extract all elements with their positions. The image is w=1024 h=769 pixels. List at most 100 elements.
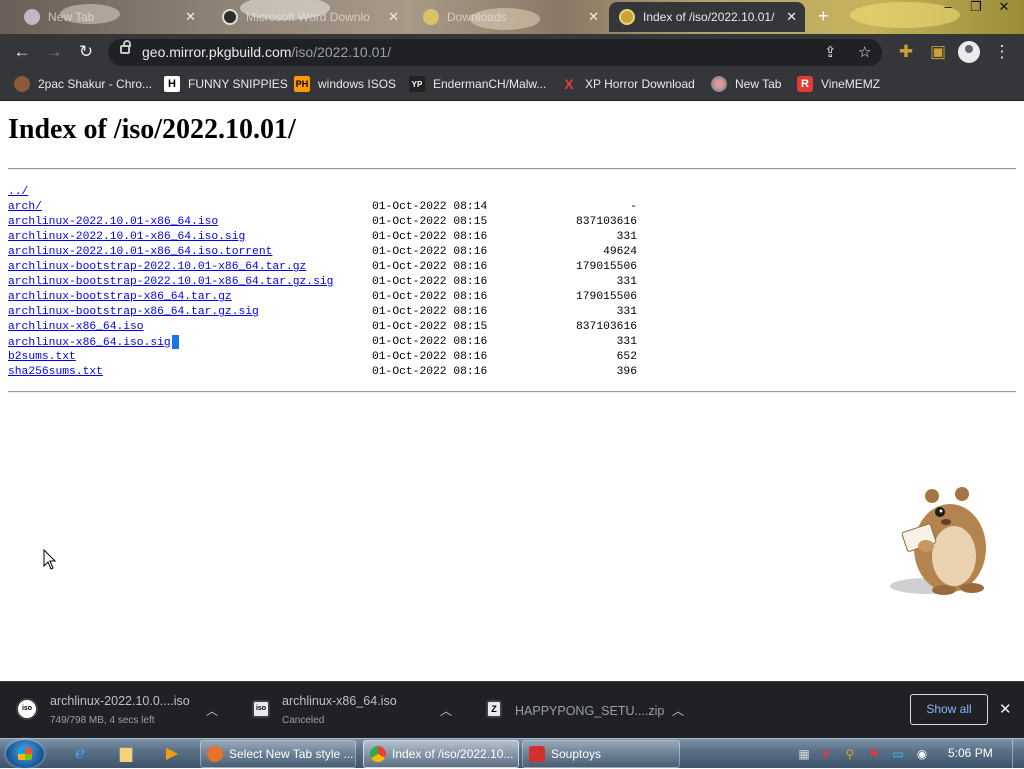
forward-icon[interactable]: → — [42, 40, 66, 64]
mouse-cursor-icon — [43, 549, 57, 570]
file-link[interactable]: archlinux-bootstrap-x86_64.tar.gz.sig — [8, 306, 259, 318]
taskbar-item-souptoys[interactable]: Souptoys — [522, 740, 680, 768]
file-size: 179015506 — [575, 261, 637, 273]
file-size: 837103616 — [575, 321, 637, 333]
download-item-archlinux-2022[interactable]: iso archlinux-2022.10.0....iso 749/798 M… — [16, 682, 228, 739]
hamster-mascot-image[interactable] — [888, 486, 998, 598]
download-item-happypong[interactable]: Z HAPPYPONG_SETU....zip ︿ — [486, 682, 702, 739]
file-link[interactable]: arch/ — [8, 201, 42, 213]
bookmark-xp-horror[interactable]: X XP Horror Download — [561, 76, 695, 92]
r-favicon-icon: R — [797, 76, 813, 92]
new-tab-button[interactable]: + — [818, 6, 829, 27]
minimize-icon[interactable]: – — [934, 0, 962, 16]
download-item-archlinux-x86[interactable]: iso archlinux-x86_64.iso Canceled ︿ — [252, 682, 462, 739]
bookmark-label: XP Horror Download — [585, 77, 695, 91]
listing-row: sha256sums.txt 01-Oct-2022 08:16 396 — [8, 365, 637, 380]
text-selection-caret — [171, 335, 179, 349]
bookmark-label: FUNNY SNIPPIES — [188, 77, 288, 91]
close-window-icon[interactable]: ✕ — [990, 0, 1018, 16]
tab-new-tab[interactable]: New Tab ✕ — [14, 2, 204, 32]
taskbar-item-select-new-tab[interactable]: Select New Tab style ... — [200, 740, 356, 768]
show-all-button[interactable]: Show all — [910, 694, 988, 725]
file-link[interactable]: archlinux-x86_64.iso.sig — [8, 337, 171, 349]
media-player-icon[interactable]: ▶ — [152, 742, 192, 766]
bookmark-windows-isos[interactable]: PH windows ISOS — [294, 76, 396, 92]
file-size: - — [630, 201, 637, 213]
close-tab-icon[interactable]: ✕ — [588, 9, 599, 25]
tab-index-of-iso[interactable]: Index of /iso/2022.10.01/ ✕ — [609, 2, 805, 32]
bookmark-2pac[interactable]: 2pac Shakur - Chro... — [14, 76, 152, 92]
listing-row: archlinux-bootstrap-x86_64.tar.gz 01-Oct-… — [8, 290, 637, 305]
iso-file-icon: iso — [252, 700, 270, 718]
close-tab-icon[interactable]: ✕ — [388, 9, 399, 25]
task-label: Souptoys — [551, 747, 602, 761]
clock[interactable]: 5:06 PM — [948, 746, 993, 760]
file-link[interactable]: archlinux-2022.10.01-x86_64.iso — [8, 216, 218, 228]
listing-row: archlinux-bootstrap-2022.10.01-x86_64.ta… — [8, 275, 637, 290]
tab-microsoft-word[interactable]: Microsoft Word Downlo ✕ — [212, 2, 407, 32]
tray-volume-icon[interactable]: ◉ — [914, 746, 930, 762]
file-size: 331 — [616, 336, 637, 348]
url-host: geo.mirror.pkgbuild.com — [142, 44, 292, 60]
extensions-icon[interactable]: ✚ — [894, 40, 918, 64]
menu-kebab-icon[interactable]: ⋮ — [990, 40, 1014, 64]
share-icon[interactable]: ⇪ — [824, 43, 837, 61]
file-link[interactable]: archlinux-bootstrap-2022.10.01-x86_64.ta… — [8, 261, 306, 273]
show-desktop-button[interactable] — [1012, 739, 1024, 769]
bookmark-label: VineMEMZ — [821, 77, 881, 91]
file-link[interactable]: archlinux-2022.10.01-x86_64.iso.torrent — [8, 246, 272, 258]
file-link[interactable]: archlinux-x86_64.iso — [8, 321, 144, 333]
start-button[interactable] — [6, 740, 44, 768]
file-date: 01-Oct-2022 08:16 — [372, 306, 488, 318]
chevron-up-icon[interactable]: ︿ — [440, 702, 452, 719]
tray-v-icon[interactable]: V — [818, 746, 834, 762]
close-tab-icon[interactable]: ✕ — [185, 9, 196, 25]
tray-network-icon[interactable]: ▦ — [796, 746, 812, 762]
bookmark-funny-snippies[interactable]: H FUNNY SNIPPIES — [164, 76, 288, 92]
file-link[interactable]: archlinux-bootstrap-2022.10.01-x86_64.ta… — [8, 276, 333, 288]
bookmark-star-icon[interactable]: ☆ — [858, 43, 871, 61]
zip-file-icon: Z — [486, 700, 502, 718]
file-link[interactable]: sha256sums.txt — [8, 366, 103, 378]
task-label: Index of /iso/2022.10... — [392, 747, 514, 761]
lock-icon[interactable] — [120, 40, 131, 54]
file-link[interactable]: archlinux-2022.10.01-x86_64.iso.sig — [8, 231, 245, 243]
chevron-up-icon[interactable]: ︿ — [672, 702, 684, 719]
directory-listing: ../ arch/01-Oct-2022 08:14 - archlinux-2022… — [8, 185, 637, 380]
file-date: 01-Oct-2022 08:14 — [372, 201, 488, 213]
bookmark-label: New Tab — [735, 77, 782, 91]
address-bar[interactable]: geo.mirror.pkgbuild.com/iso/2022.10.01/ … — [108, 39, 882, 66]
reload-icon[interactable]: ↻ — [74, 40, 98, 64]
tab-strip: New Tab ✕ Microsoft Word Downlo ✕ Downlo… — [0, 0, 1024, 34]
url-text[interactable]: geo.mirror.pkgbuild.com/iso/2022.10.01/ — [142, 44, 391, 60]
windows-taskbar: ℯ ▆ ▶ Select New Tab style ... Index of … — [0, 738, 1024, 769]
file-link[interactable]: b2sums.txt — [8, 351, 76, 363]
tray-flag-icon[interactable]: ⚑ — [866, 746, 882, 762]
bookmark-vinememz[interactable]: R VineMEMZ — [797, 76, 880, 92]
side-panel-icon[interactable]: ▣ — [926, 40, 950, 64]
file-explorer-icon[interactable]: ▆ — [106, 742, 146, 766]
file-size: 331 — [616, 276, 637, 288]
file-size: 652 — [616, 351, 637, 363]
internet-explorer-icon[interactable]: ℯ — [60, 742, 100, 766]
chevron-up-icon[interactable]: ︿ — [206, 702, 218, 719]
file-link[interactable]: ../ — [8, 186, 28, 198]
yp-favicon-icon: YP — [409, 76, 425, 92]
file-link[interactable]: archlinux-bootstrap-x86_64.tar.gz — [8, 291, 232, 303]
file-date: 01-Oct-2022 08:16 — [372, 246, 488, 258]
tray-monitor-icon[interactable]: ▭ — [890, 746, 906, 762]
tab-downloads[interactable]: Downloads ✕ — [413, 2, 607, 32]
taskbar-item-chrome[interactable]: Index of /iso/2022.10... — [363, 740, 519, 768]
bookmark-new-tab[interactable]: New Tab — [711, 76, 781, 92]
close-download-bar-icon[interactable]: ✕ — [999, 700, 1012, 718]
tab-title: New Tab — [48, 10, 95, 24]
bookmark-endermanch[interactable]: YP EndermanCH/Malw... — [409, 76, 546, 92]
maximize-icon[interactable]: ❐ — [962, 0, 990, 16]
tray-search-icon[interactable]: ⚲ — [842, 746, 858, 762]
profile-avatar-icon[interactable] — [958, 41, 980, 63]
bookmark-label: EndermanCH/Malw... — [433, 77, 547, 91]
back-icon[interactable]: ← — [10, 40, 34, 64]
listing-row: archlinux-bootstrap-2022.10.01-x86_64.ta… — [8, 260, 637, 275]
close-tab-icon[interactable]: ✕ — [786, 9, 797, 25]
bookmark-label: 2pac Shakur - Chro... — [38, 77, 153, 91]
